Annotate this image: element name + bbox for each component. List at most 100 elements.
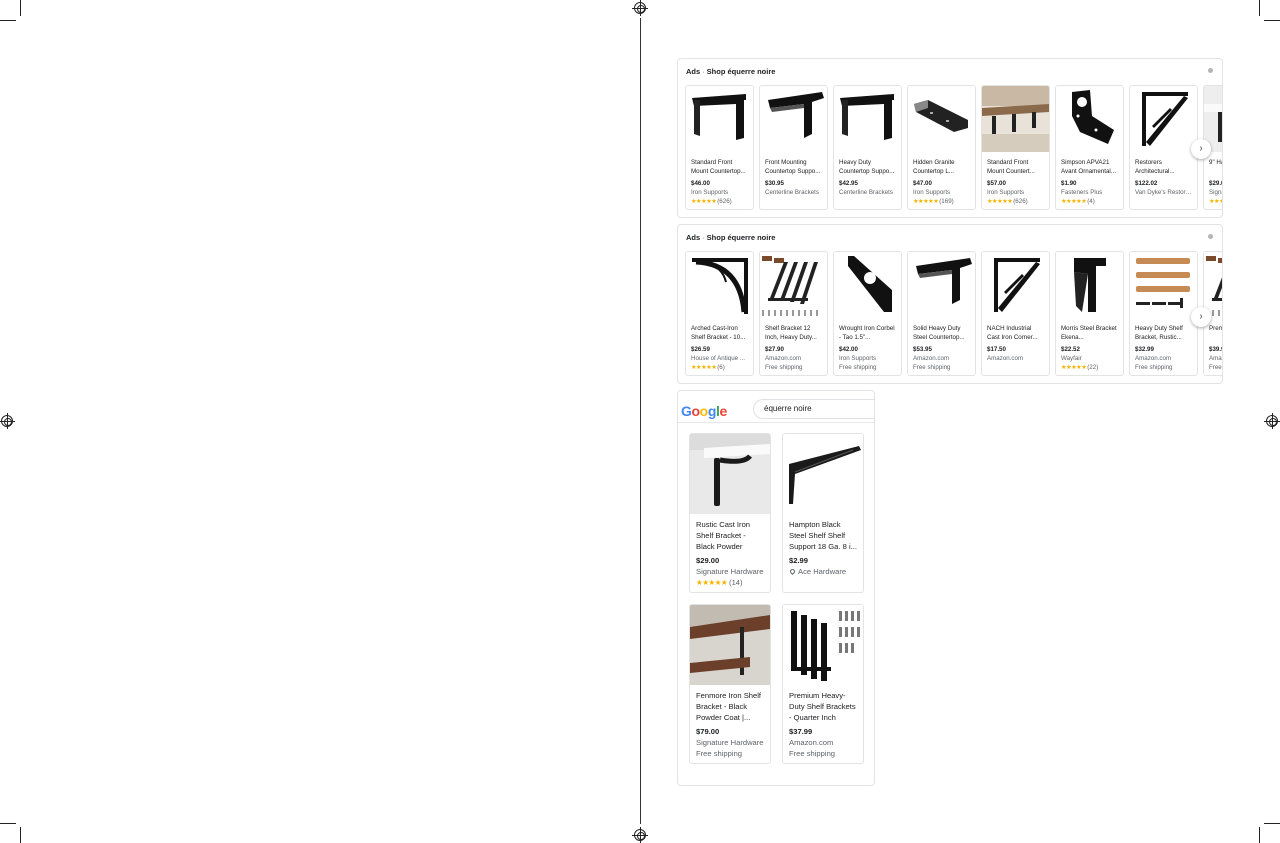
product-seller: Van Dyke's Restore...	[1135, 189, 1192, 196]
product-info: Solid Heavy Duty Steel Countertop... $53.…	[908, 318, 975, 372]
product-card[interactable]: NACH Industrial Cast Iron Corner... $17.5…	[981, 251, 1050, 376]
product-image[interactable]	[908, 252, 975, 318]
product-info: Standard Front Mount Countertop... $46.00…	[686, 152, 753, 206]
crop-mark	[20, 0, 21, 16]
product-price: $17.50	[987, 346, 1006, 353]
carousel-next-button[interactable]: ›	[1191, 307, 1211, 327]
product-card[interactable]: Standard Front Mount Countertop... $46.00…	[685, 85, 754, 210]
product-card[interactable]: Standard Front Mount Countert... $57.00 Ir…	[981, 85, 1050, 210]
product-info: Rustic Cast Iron Shelf Bracket - Black P…	[690, 514, 770, 588]
product-card[interactable]: Hidden Granite Countertop L... $47.00 Iron…	[907, 85, 976, 210]
product-price: $42.00	[839, 346, 858, 353]
product-card[interactable]: Wrought Iron Corbel - Tao 1.5"... $42.00 I…	[833, 251, 902, 376]
product-title: Morris Steel Bracket Ekena...	[1061, 325, 1117, 341]
product-info: Arched Cast-Iron Shelf Bracket - 10... $2…	[686, 318, 753, 372]
review-count: (4)	[1087, 198, 1095, 205]
product-image[interactable]	[1130, 252, 1197, 318]
product-title: NACH Industrial Cast Iron Corner...	[987, 325, 1038, 341]
product-price: $1.90	[1061, 180, 1077, 187]
product-info: Standard Front Mount Countert... $57.00 Ir…	[982, 152, 1049, 206]
product-image[interactable]	[686, 252, 753, 318]
product-image[interactable]	[690, 434, 770, 514]
product-price: $26.59	[691, 346, 710, 353]
product-image[interactable]	[686, 86, 753, 152]
review-count: (14)	[729, 577, 743, 587]
product-title: Fenmore Iron Shelf Bracket - Black Powde…	[696, 691, 761, 722]
product-price: $29.0	[1209, 180, 1223, 187]
seller-name: Ace Hardware	[798, 566, 847, 576]
product-info: Hampton Black Steel Shelf Shelf Support …	[783, 514, 863, 578]
product-image[interactable]	[1056, 252, 1123, 318]
registration-mark-icon	[632, 827, 648, 843]
google-header: Google équerre noire	[678, 391, 874, 423]
shipping-info: Free shipping	[765, 364, 803, 371]
product-card[interactable]: Simpson APVA21 Avant Ornamental... $1.90 F…	[1055, 85, 1124, 210]
product-title: Shelf Bracket 12 Inch, Heavy Duty...	[765, 325, 817, 341]
shipping-info: Free...	[1209, 364, 1223, 371]
registration-mark-icon	[0, 413, 15, 429]
rating-stars-icon: ★★★★★	[913, 198, 939, 205]
product-image[interactable]	[982, 252, 1049, 318]
product-title: Arched Cast-Iron Shelf Bracket - 10...	[691, 325, 746, 341]
ads-heading: Ads · Shop équerre noire	[686, 233, 776, 242]
product-info: Prem... Duty S... $39.9 Amaz... Free...	[1204, 318, 1223, 372]
product-seller: Signature Hardware	[696, 738, 764, 749]
review-count: (6)	[717, 364, 725, 371]
product-seller: Centerline Brackets	[765, 189, 819, 196]
product-seller: House of Antique ...	[691, 355, 746, 362]
product-seller: Centerline Brackets	[839, 189, 893, 196]
seller-name: Amazon.com	[789, 737, 834, 747]
shipping-info: Free shipping	[696, 748, 743, 758]
product-card[interactable]: Solid Heavy Duty Steel Countertop... $53.…	[907, 251, 976, 376]
crop-mark	[1264, 20, 1280, 21]
product-image[interactable]	[834, 252, 901, 318]
product-title: Premium Heavy-Duty Shelf Brackets - Quar…	[789, 691, 856, 722]
product-image[interactable]	[690, 605, 770, 685]
product-card[interactable]: Heavy Duty Countertop Suppo... $42.95 Cent…	[833, 85, 902, 210]
product-card[interactable]: Arched Cast-Iron Shelf Bracket - 10... $2…	[685, 251, 754, 376]
product-image[interactable]	[783, 434, 863, 514]
product-card[interactable]: Front Mounting Countertop Suppo... $30.95…	[759, 85, 828, 210]
product-card[interactable]: Hampton Black Steel Shelf Shelf Support …	[782, 433, 864, 593]
product-image[interactable]	[783, 605, 863, 685]
search-input[interactable]: équerre noire	[753, 399, 874, 419]
rating-stars-icon: ★★★★★	[696, 577, 728, 587]
shop-heading: Shop équerre noire	[706, 233, 776, 242]
seller-name: Signature Hardware	[696, 566, 764, 576]
product-card[interactable]: Rustic Cast Iron Shelf Bracket - Black P…	[689, 433, 771, 593]
product-image[interactable]	[1130, 86, 1197, 152]
product-rating: ★★★★★(22)	[1061, 363, 1118, 372]
carousel-next-button[interactable]: ›	[1191, 139, 1211, 159]
google-mobile-results: Google équerre noire Rustic Cast Iron Sh…	[677, 390, 875, 786]
product-info: Fenmore Iron Shelf Bracket - Black Powde…	[690, 685, 770, 759]
product-title: Heavy Duty Shelf Bracket, Rustic...	[1135, 325, 1183, 341]
google-logo[interactable]: Google	[681, 403, 727, 419]
product-image[interactable]	[982, 86, 1049, 152]
logo-letter: e	[719, 403, 727, 419]
product-seller: Ace Hardware	[788, 566, 857, 578]
info-icon[interactable]	[1208, 234, 1213, 239]
product-image[interactable]	[1056, 86, 1123, 152]
product-image[interactable]	[760, 252, 827, 318]
location-pin-icon	[788, 567, 797, 575]
product-title: Front Mounting Countertop Suppo...	[765, 159, 821, 175]
product-card[interactable]: Fenmore Iron Shelf Bracket - Black Powde…	[689, 604, 771, 764]
product-image[interactable]	[908, 86, 975, 152]
info-icon[interactable]	[1208, 68, 1213, 73]
rating-stars-icon: ★★★★★	[1061, 198, 1087, 205]
product-card[interactable]: Heavy Duty Shelf Bracket, Rustic... $32.9…	[1129, 251, 1198, 376]
product-card[interactable]: Shelf Bracket 12 Inch, Heavy Duty... $27.…	[759, 251, 828, 376]
product-info: Front Mounting Countertop Suppo... $30.95…	[760, 152, 827, 197]
product-card[interactable]: Premium Heavy-Duty Shelf Brackets - Quar…	[782, 604, 864, 764]
product-image[interactable]	[760, 86, 827, 152]
crop-mark	[0, 20, 16, 21]
product-seller: Amazon.com	[1135, 355, 1172, 362]
product-info: 9" Hang... Iron S... $29.0 Signat... ★★★	[1204, 152, 1223, 206]
crop-mark	[20, 827, 21, 843]
product-card[interactable]: Restorers Architectural... $122.02 Van Dyk…	[1129, 85, 1198, 210]
product-card[interactable]: Morris Steel Bracket Ekena... $22.52 Wayfa…	[1055, 251, 1124, 376]
product-info: Restorers Architectural... $122.02 Van Dyk…	[1130, 152, 1197, 197]
product-rating: ★★★★★(626)	[691, 197, 748, 206]
product-title: Standard Front Mount Countertop...	[691, 159, 746, 175]
product-image[interactable]	[834, 86, 901, 152]
